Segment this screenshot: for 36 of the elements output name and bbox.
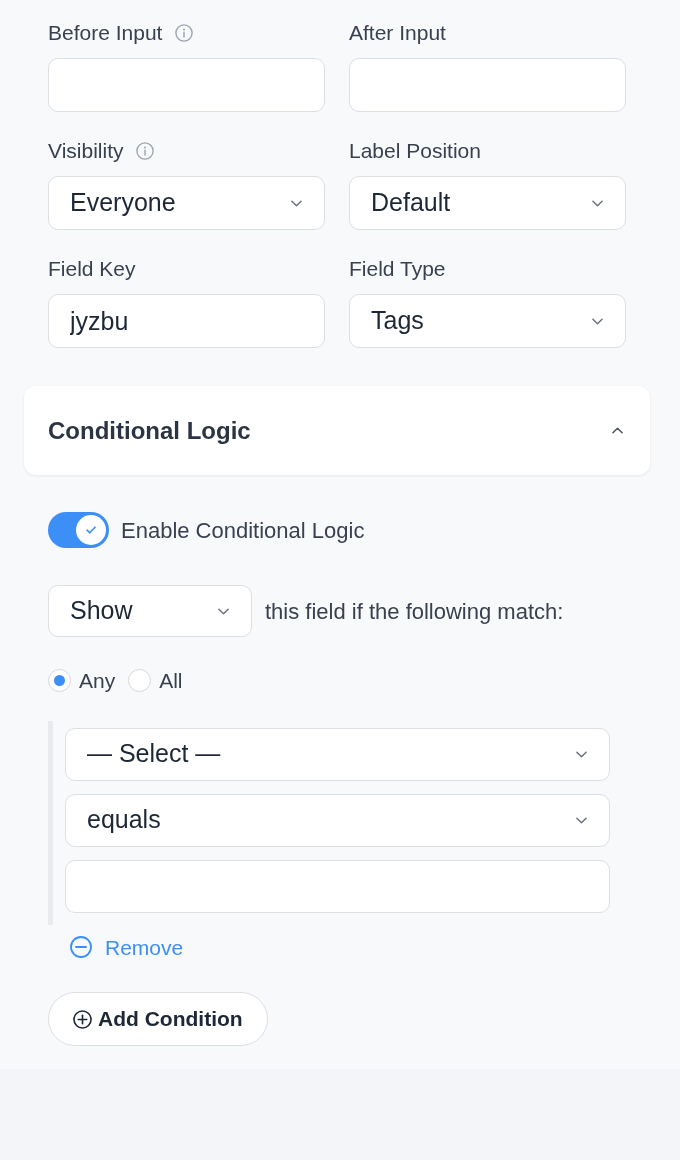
check-icon: [86, 526, 96, 534]
toggle-label: Enable Conditional Logic: [121, 516, 365, 545]
dropdown[interactable]: — Select —: [65, 727, 610, 781]
field-label: Label Position: [349, 139, 481, 163]
chevron-down-icon: [576, 750, 587, 758]
dropdown[interactable]: Show: [48, 585, 252, 637]
chevron-up-icon: [612, 427, 623, 434]
radio-label[interactable]: All: [159, 665, 183, 697]
chevron-down-icon: [291, 199, 302, 207]
minus-circle-icon: [70, 936, 92, 959]
field-label: Before Input: [48, 21, 163, 45]
section-title: Conditional Logic: [48, 415, 251, 446]
dropdown[interactable]: Everyone: [48, 176, 325, 230]
text-input[interactable]: [48, 58, 325, 112]
field-label: Visibility: [48, 139, 124, 163]
field-label: After Input: [349, 21, 446, 45]
condition-sentence: this field if the following match:: [265, 597, 564, 626]
plus-circle-icon: [73, 1009, 92, 1029]
accordion-header[interactable]: Conditional Logic: [24, 386, 650, 475]
chevron-down-icon: [592, 199, 603, 207]
chevron-down-icon: [592, 317, 603, 325]
field-label: Field Type: [349, 257, 446, 281]
text-input[interactable]: [65, 859, 610, 913]
dropdown[interactable]: Default: [349, 176, 626, 230]
radio-label[interactable]: Any: [79, 665, 116, 697]
dropdown[interactable]: Tags: [349, 294, 626, 348]
add-condition-button[interactable]: Add Condition: [48, 992, 268, 1046]
toggle-switch[interactable]: [48, 512, 109, 548]
field-label: Field Key: [48, 257, 136, 281]
text-input[interactable]: jyzbu: [48, 294, 325, 348]
radio-button[interactable]: [128, 669, 152, 693]
chevron-down-icon: [218, 607, 229, 615]
dropdown[interactable]: equals: [65, 793, 610, 847]
radio-button[interactable]: [48, 669, 71, 693]
chevron-down-icon: [576, 816, 587, 824]
text-input[interactable]: [349, 58, 626, 112]
